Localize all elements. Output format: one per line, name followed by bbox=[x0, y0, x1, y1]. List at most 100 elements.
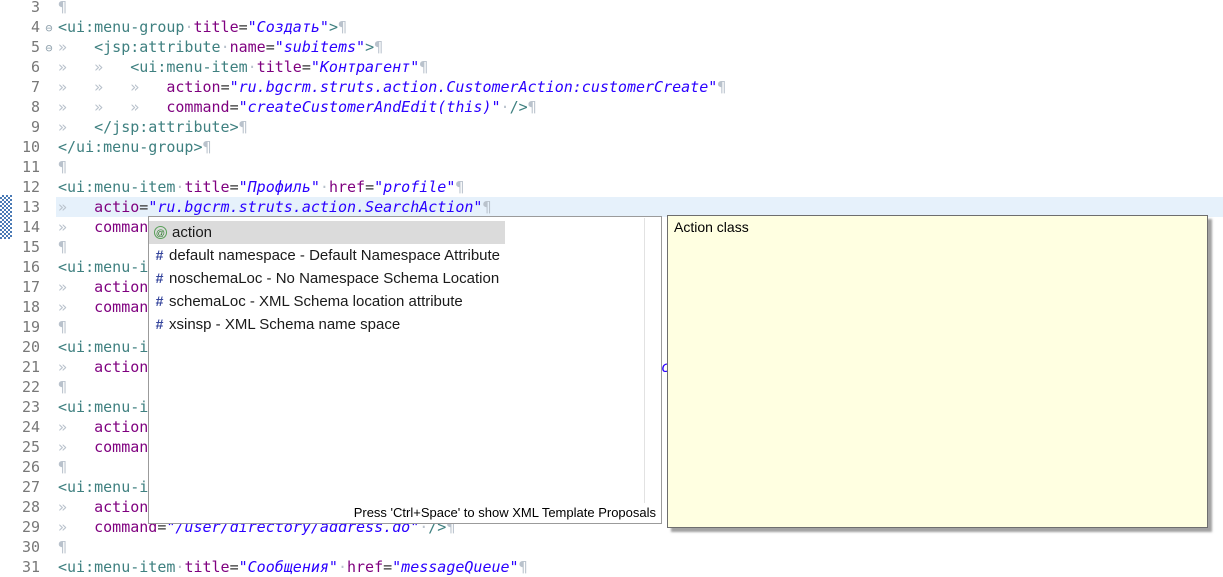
code-token: ¶ bbox=[717, 78, 726, 96]
code-token: <ui:menu-item bbox=[58, 178, 175, 196]
code-token: » bbox=[58, 358, 94, 376]
code-line-5[interactable]: 5⊖» <jsp:attribute·name="subitems">¶ bbox=[0, 37, 1223, 57]
line-number: 11 bbox=[0, 157, 40, 177]
line-number: 8 bbox=[0, 97, 40, 117]
completion-list: @action#default namespace - Default Name… bbox=[149, 221, 661, 336]
code-line-13[interactable]: 13» actio="ru.bgcrm.struts.action.Search… bbox=[0, 197, 1223, 217]
line-number: 3 bbox=[0, 0, 40, 17]
code-line-3[interactable]: 3¶ bbox=[0, 0, 1223, 17]
code-line-6[interactable]: 6» » <ui:menu-item·title="Контрагент"¶ bbox=[0, 57, 1223, 77]
code-line-4[interactable]: 4⊖<ui:menu-group·title="Создать">¶ bbox=[0, 17, 1223, 37]
code-token: action bbox=[94, 358, 148, 376]
line-number: 22 bbox=[0, 377, 40, 397]
code-token: » bbox=[58, 498, 94, 516]
completion-item-noschemaLoc[interactable]: #noschemaLoc - No Namespace Schema Locat… bbox=[149, 267, 505, 290]
line-number: 31 bbox=[0, 557, 40, 577]
code-token: » » » bbox=[58, 78, 166, 96]
code-token: = bbox=[266, 38, 275, 56]
code-token: ¶ bbox=[58, 0, 67, 16]
code-token: = bbox=[230, 558, 239, 576]
line-number: 29 bbox=[0, 517, 40, 537]
code-token: "Сообщения" bbox=[239, 558, 338, 576]
code-token: "Профиль" bbox=[239, 178, 320, 196]
code-line-9[interactable]: 9» </jsp:attribute>¶ bbox=[0, 117, 1223, 137]
line-number: 25 bbox=[0, 437, 40, 457]
code-token: title bbox=[193, 18, 238, 36]
line-number: 15 bbox=[0, 237, 40, 257]
code-token: » bbox=[58, 118, 94, 136]
code-token: » bbox=[58, 38, 94, 56]
line-number: 9 bbox=[0, 117, 40, 137]
code-token: = bbox=[230, 178, 239, 196]
code-token: = bbox=[239, 18, 248, 36]
completion-item-label: default namespace - Default Namespace At… bbox=[169, 247, 500, 264]
code-token: <ui:menu-i bbox=[58, 258, 148, 276]
line-number: 17 bbox=[0, 277, 40, 297]
code-token: ¶ bbox=[58, 378, 67, 396]
code-line-31[interactable]: 31<ui:menu-item·title="Сообщения"·href="… bbox=[0, 557, 1223, 577]
line-number: 20 bbox=[0, 337, 40, 357]
completion-item-label: action bbox=[172, 224, 212, 241]
code-token: ¶ bbox=[455, 178, 464, 196]
popup-scrollbar[interactable] bbox=[644, 218, 660, 503]
attribute-proposal-icon: @ bbox=[154, 226, 167, 239]
completion-item-label: schemaLoc - XML Schema location attribut… bbox=[169, 293, 463, 310]
code-token: ¶ bbox=[58, 318, 67, 336]
code-line-30[interactable]: 30¶ bbox=[0, 537, 1223, 557]
code-token: ¶ bbox=[58, 538, 67, 556]
code-token: ¶ bbox=[58, 158, 67, 176]
completion-item-default[interactable]: #default namespace - Default Namespace A… bbox=[149, 244, 505, 267]
code-token: ¶ bbox=[528, 98, 537, 116]
code-line-12[interactable]: 12<ui:menu-item·title="Профиль"·href="pr… bbox=[0, 177, 1223, 197]
code-token: "Создать" bbox=[248, 18, 329, 36]
code-token: <ui:menu-item bbox=[58, 558, 175, 576]
code-line-8[interactable]: 8» » » command="createCustomerAndEdit(th… bbox=[0, 97, 1223, 117]
code-token: "subitems" bbox=[275, 38, 365, 56]
code-token: » bbox=[58, 438, 94, 456]
code-token: = bbox=[302, 58, 311, 76]
code-token: "ru.bgcrm.struts.action.CustomerAction:c… bbox=[230, 78, 718, 96]
line-number: 18 bbox=[0, 297, 40, 317]
completion-item-schemaLoc[interactable]: #schemaLoc - XML Schema location attribu… bbox=[149, 290, 505, 313]
code-token: · bbox=[501, 98, 510, 116]
code-token: action bbox=[94, 498, 148, 516]
template-proposal-icon: # bbox=[154, 313, 165, 336]
code-line-11[interactable]: 11 ¶ bbox=[0, 157, 1223, 177]
code-token: » bbox=[58, 298, 94, 316]
completion-item-xsinsp[interactable]: #xsinsp - XML Schema name space bbox=[149, 313, 505, 336]
code-token: = bbox=[383, 558, 392, 576]
line-number: 23 bbox=[0, 397, 40, 417]
fold-marker[interactable]: ⊖ bbox=[40, 38, 58, 58]
code-token: » bbox=[58, 518, 94, 536]
code-token: ¶ bbox=[374, 38, 383, 56]
template-proposal-icon: # bbox=[154, 267, 165, 290]
code-token: · bbox=[248, 58, 257, 76]
completion-item-action[interactable]: @ action bbox=[149, 221, 505, 244]
tooltip-text: Action class bbox=[674, 219, 1201, 235]
line-number: 24 bbox=[0, 417, 40, 437]
fold-marker[interactable]: ⊖ bbox=[40, 18, 58, 38]
code-token: > bbox=[329, 18, 338, 36]
code-token: <ui:menu-i bbox=[58, 338, 148, 356]
code-token: · bbox=[221, 38, 230, 56]
code-token: comman bbox=[94, 218, 148, 236]
line-number: 16 bbox=[0, 257, 40, 277]
template-proposal-icon: # bbox=[154, 290, 165, 313]
code-token: ¶ bbox=[338, 18, 347, 36]
code-token: name bbox=[230, 38, 266, 56]
code-line-7[interactable]: 7» » » action="ru.bgcrm.struts.action.Cu… bbox=[0, 77, 1223, 97]
completion-item-label: noschemaLoc - No Namespace Schema Locati… bbox=[169, 270, 499, 287]
code-token: title bbox=[184, 178, 229, 196]
code-token: ¶ bbox=[203, 138, 212, 156]
code-token: ¶ bbox=[482, 198, 491, 216]
code-line-10[interactable]: 10</ui:menu-group>¶ bbox=[0, 137, 1223, 157]
line-number: 28 bbox=[0, 497, 40, 517]
code-token: » » » bbox=[58, 98, 166, 116]
code-token: "profile" bbox=[374, 178, 455, 196]
line-number: 7 bbox=[0, 77, 40, 97]
line-number: 12 bbox=[0, 177, 40, 197]
code-token: ¶ bbox=[58, 458, 67, 476]
code-token: action bbox=[94, 418, 148, 436]
code-token: » bbox=[58, 218, 94, 236]
code-token: <ui:menu-i bbox=[58, 478, 148, 496]
